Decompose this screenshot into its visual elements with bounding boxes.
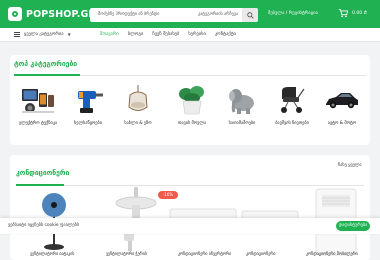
nav-link-blog[interactable]: ბლოგი xyxy=(128,32,144,37)
toy-elephant-image xyxy=(229,89,254,114)
category-electronics[interactable]: ელექტრო ტექნიკა xyxy=(16,81,60,141)
category-label: ელექტრო ტექნიკა xyxy=(18,121,58,126)
search-icon xyxy=(246,11,254,19)
login-register-link[interactable]: შესვლა / რეგისტრაცია xyxy=(268,11,318,16)
category-label: ავტო & მოტო xyxy=(327,121,357,126)
category-tools[interactable]: ხელსაწყოები xyxy=(66,81,110,141)
logo[interactable]: POPSHOP.GE xyxy=(8,7,95,21)
product-name[interactable]: კონდიციონერი მობილური xyxy=(306,251,358,256)
electronics-image xyxy=(22,89,54,113)
product-name[interactable]: ვენტილატორი იატაკის xyxy=(30,251,74,256)
category-baby-items[interactable]: ბავშვის ნივთები xyxy=(270,81,314,141)
nav-link-service[interactable]: სერვისი xyxy=(188,32,206,37)
search-bar[interactable]: მოძებნე პროდუქტი ან ბრენდი კატეგორიის არ… xyxy=(90,8,258,22)
cart-price: 0.00 ₾ xyxy=(352,11,368,16)
hanging-chair-image xyxy=(128,85,148,111)
all-categories-label: ყველა კატეგორია xyxy=(24,32,64,37)
cookie-text: ვებსაიტი იყენებს cookie ფაილებს xyxy=(8,223,80,228)
section-title: ტოპ კატეგორიები xyxy=(14,60,78,68)
search-input[interactable]: მოძებნე პროდუქტი ან ბრენდი xyxy=(98,11,159,16)
category-label: ხელსაწყოები xyxy=(74,121,102,126)
logo-mark-icon xyxy=(8,7,22,21)
category-personal-care[interactable]: თავის მოვლა xyxy=(170,81,214,141)
page: POPSHOP.GE მოძებნე პროდუქტი ან ბრენდი კა… xyxy=(0,0,380,260)
divider xyxy=(16,185,364,186)
category-home-garden[interactable]: სახლი & ეზო xyxy=(116,81,160,141)
category-label: სახლი & ეზო xyxy=(124,121,152,126)
nav-link-contact[interactable]: კონტაქტი xyxy=(215,32,236,37)
category-auto-moto[interactable]: ავტო & მოტო xyxy=(320,81,364,141)
cart-icon xyxy=(338,9,348,18)
search-category-select[interactable]: კატეგორიის არჩევა xyxy=(198,11,238,16)
see-all-link[interactable]: ნახე ყველა xyxy=(338,163,362,168)
top-categories-section: ტოპ კატეგორიები ელექტრო ტექნიკა ხელსაწყო… xyxy=(10,55,370,145)
air-conditioners-section: კონდიციონერი ნახე ყველა -16% ვენტილატორი… xyxy=(10,155,370,260)
category-toys[interactable]: სათამაშოები xyxy=(220,81,264,141)
menu-icon xyxy=(14,32,20,37)
product-name[interactable]: კონდიციონერი xyxy=(246,251,276,256)
plant-pot-image xyxy=(179,86,204,115)
category-label: თავის მოვლა xyxy=(177,121,207,126)
all-categories-button[interactable]: ყველა კატეგორია ▼ xyxy=(14,32,71,37)
car-image xyxy=(326,93,358,109)
product-name[interactable]: კონდიციონერი ინვერტორი xyxy=(178,251,231,256)
drill-image xyxy=(78,91,103,113)
logo-text: POPSHOP.GE xyxy=(26,8,95,20)
product-name[interactable]: ვენტილატორი ჭერის xyxy=(106,251,147,256)
top-header: POPSHOP.GE მოძებნე პროდუქტი ან ბრენდი კა… xyxy=(0,0,380,28)
chevron-down-icon: ▼ xyxy=(67,32,71,37)
nav-links: მთავარი ბლოგი ჩვენ შესახებ სერვისი კონტა… xyxy=(100,32,245,37)
cookie-accept-button[interactable]: დადასტურება xyxy=(336,221,370,231)
stroller-image xyxy=(281,87,305,113)
nav-link-home[interactable]: მთავარი xyxy=(100,32,119,37)
title-underline xyxy=(14,74,80,76)
cart-button[interactable]: 0.00 ₾ xyxy=(338,8,367,18)
title-underline xyxy=(16,184,64,186)
nav-link-about[interactable]: ჩვენ შესახებ xyxy=(152,32,179,37)
category-label: ბავშვის ნივთები xyxy=(275,121,309,126)
cookie-banner: ვებსაიტი იყენებს cookie ფაილებს დადასტურ… xyxy=(0,218,380,234)
category-label: სათამაშოები xyxy=(228,121,256,126)
section-title: კონდიციონერი xyxy=(16,169,70,177)
main-nav: ყველა კატეგორია ▼ მთავარი ბლოგი ჩვენ შეს… xyxy=(0,28,380,42)
search-button[interactable] xyxy=(242,8,258,22)
